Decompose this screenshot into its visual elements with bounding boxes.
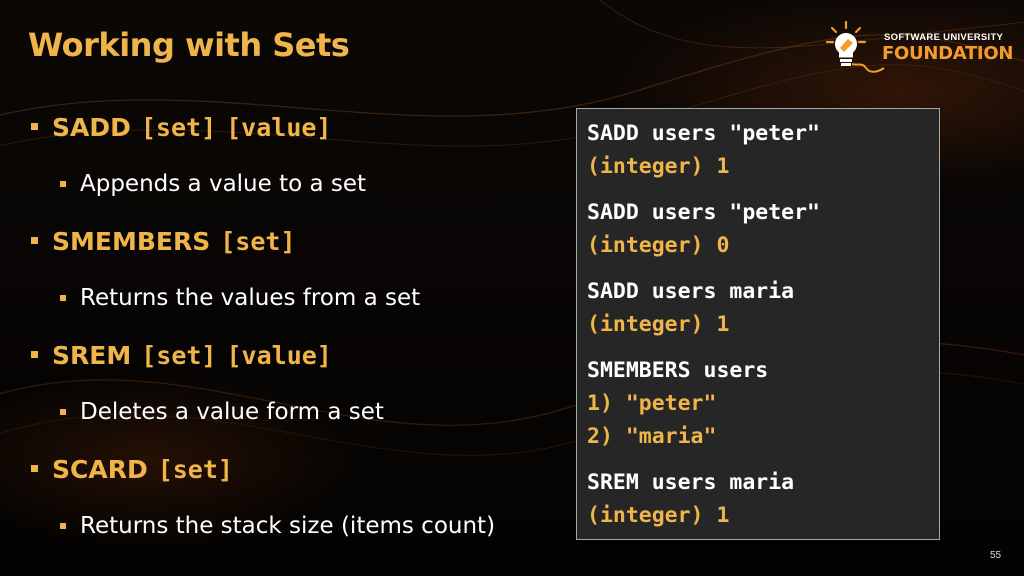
- command-keyword: SMEMBERS: [52, 226, 211, 256]
- code-command: SADD users maria: [587, 279, 795, 304]
- command-line: SADD [set] [value]: [28, 108, 568, 146]
- code-block: SMEMBERS users 1) "peter" 2) "maria": [587, 354, 939, 453]
- command-arg: [value]: [226, 340, 332, 370]
- bullet-square-icon: [31, 237, 38, 244]
- command-description: Returns the stack size (items count): [28, 508, 568, 544]
- code-output: 1) "peter": [587, 391, 717, 416]
- lightbulb-logo-icon: [826, 20, 885, 73]
- code-command: SREM users maria: [587, 470, 795, 495]
- command-arg: [set]: [141, 340, 217, 370]
- code-command: SADD users "peter": [587, 200, 820, 225]
- description-text: Appends a value to a set: [80, 171, 367, 197]
- page-number: 55: [990, 550, 1002, 561]
- code-block: SREM users maria (integer) 1: [587, 466, 939, 532]
- command-line: SREM [set] [value]: [28, 336, 568, 374]
- bullet-item-scard: SCARD [set] Returns the stack size (item…: [28, 450, 568, 544]
- command-keyword: SADD: [52, 112, 131, 142]
- command-arg: [value]: [226, 112, 332, 142]
- command-keyword: SREM: [52, 340, 132, 370]
- description-text: Returns the stack size (items count): [80, 513, 496, 539]
- command-bullet-list: SADD [set] [value] Appends a value to a …: [28, 108, 568, 564]
- sub-bullet-square-icon: [60, 409, 66, 415]
- description-text: Deletes a value form a set: [80, 399, 384, 425]
- command-arg: [set]: [140, 112, 217, 142]
- command-description: Returns the values from a set: [28, 280, 568, 316]
- command-description: Appends a value to a set: [28, 166, 568, 202]
- code-output: (integer) 0: [587, 233, 730, 258]
- code-output: (integer) 1: [587, 154, 730, 179]
- command-arg: [set]: [157, 454, 233, 484]
- command-description: Deletes a value form a set: [28, 394, 568, 430]
- command-line: SMEMBERS [set]: [28, 222, 568, 260]
- code-output: (integer) 1: [587, 503, 730, 528]
- code-block: SADD users "peter" (integer) 0: [587, 196, 939, 262]
- code-block: SADD users "peter" (integer) 1: [587, 117, 939, 183]
- slide-title: Working with Sets: [28, 26, 350, 64]
- command-keyword: SCARD: [52, 454, 148, 484]
- bullet-item-smembers: SMEMBERS [set] Returns the values from a…: [28, 222, 568, 316]
- bullet-item-sadd: SADD [set] [value] Appends a value to a …: [28, 108, 568, 202]
- code-output: (integer) 1: [587, 312, 730, 337]
- sub-bullet-square-icon: [60, 295, 66, 301]
- logo-text-top: SOFTWARE UNIVERSITY: [884, 32, 1004, 43]
- code-example-panel: SADD users "peter" (integer) 1 SADD user…: [576, 108, 940, 540]
- code-output: 2) "maria": [587, 424, 717, 449]
- command-line: SCARD [set]: [28, 450, 568, 488]
- command-arg: [set]: [220, 226, 296, 256]
- sub-bullet-square-icon: [60, 523, 66, 529]
- bullet-square-icon: [31, 465, 38, 472]
- software-university-logo: SOFTWARE UNIVERSITY FOUNDATION: [826, 20, 1014, 80]
- code-block: SADD users maria (integer) 1: [587, 275, 939, 341]
- description-text: Returns the values from a set: [80, 285, 421, 311]
- code-command: SMEMBERS users: [587, 358, 769, 383]
- logo-text-bottom: FOUNDATION: [882, 43, 1014, 64]
- code-command: SADD users "peter": [587, 121, 820, 146]
- bullet-item-srem: SREM [set] [value] Deletes a value form …: [28, 336, 568, 430]
- sub-bullet-square-icon: [60, 181, 66, 187]
- bullet-square-icon: [31, 351, 38, 358]
- bullet-square-icon: [31, 123, 38, 130]
